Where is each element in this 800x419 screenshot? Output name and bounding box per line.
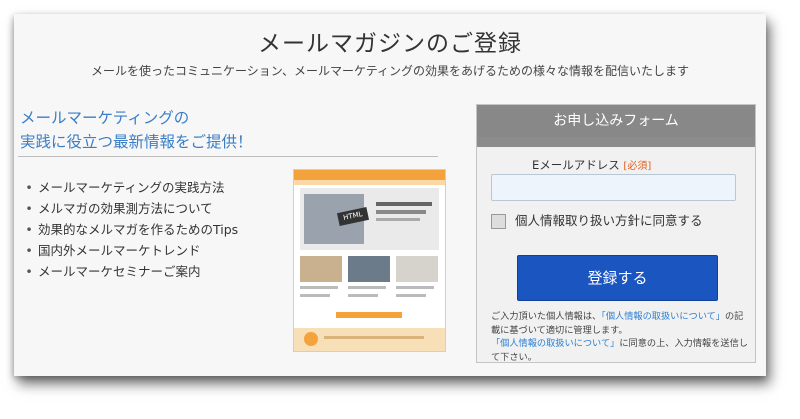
list-item: • 国内外メールマーケトレンド — [20, 240, 238, 261]
consent-checkbox[interactable] — [491, 214, 506, 229]
promo-headline: メールマーケティングの 実践に役立つ最新情報をご提供！ — [20, 106, 440, 154]
consent-label: 個人情報取り扱い方針に同意する — [514, 213, 703, 228]
bullet-icon: • — [25, 201, 33, 216]
newsletter-signup-card: メールマガジンのご登録 メールを使ったコミュニケーション、メールマーケティングの… — [14, 14, 766, 376]
submit-button[interactable]: 登録する — [517, 255, 718, 301]
promo-headline-line2: 実践に役立つ最新情報をご提供！ — [20, 133, 253, 151]
list-item: • メールマーケティングの実践方法 — [20, 177, 238, 198]
required-badge: [必須] — [623, 161, 652, 172]
bullet-icon: • — [25, 243, 33, 258]
page-title: メールマガジンのご登録 — [258, 31, 522, 57]
list-item: • メルマガの効果測方法について — [20, 198, 238, 219]
list-item: • 効果的なメルマガを作るためのTips — [20, 219, 238, 240]
bullet-icon: • — [25, 180, 33, 195]
list-item-label: 国内外メールマーケトレンド — [38, 243, 201, 258]
privacy-note: ご入力頂いた個人情報は、「個人情報の取扱いについて」の記載に基づいて適切に管理し… — [491, 311, 748, 363]
page-subtitle: メールを使ったコミュニケーション、メールマーケティングの効果をあげるための様々な… — [90, 64, 690, 78]
newsletter-preview-image: HTML — [293, 169, 446, 352]
signup-form: お申し込みフォーム Eメールアドレス [必須] 個人情報取り扱い方針に同意する … — [476, 104, 756, 363]
form-header: お申し込みフォーム — [477, 105, 755, 147]
promo-divider — [18, 156, 438, 157]
email-field[interactable] — [491, 174, 736, 201]
privacy-policy-link[interactable]: 「個人情報の取扱いについて」 — [601, 311, 725, 322]
email-label-text: Eメールアドレス — [532, 158, 620, 172]
bullet-icon: • — [25, 264, 33, 279]
form-title: お申し込みフォーム — [477, 105, 755, 137]
promo-headline-line1: メールマーケティングの — [20, 109, 190, 127]
list-item-label: 効果的なメルマガを作るためのTips — [38, 222, 239, 237]
list-item-label: メールマーケセミナーご案内 — [38, 264, 201, 279]
list-item-label: メールマーケティングの実践方法 — [38, 180, 225, 195]
email-label: Eメールアドレス [必須] — [532, 157, 651, 173]
bullet-icon: • — [25, 222, 33, 237]
consent-row[interactable]: 個人情報取り扱い方針に同意する — [491, 210, 703, 229]
list-item-label: メルマガの効果測方法について — [38, 201, 213, 216]
benefit-list: • メールマーケティングの実践方法 • メルマガの効果測方法について • 効果的なメル… — [20, 177, 238, 282]
list-item: • メールマーケセミナーご案内 — [20, 261, 238, 282]
privacy-policy-link[interactable]: 「個人情報の取扱いについて」 — [491, 338, 619, 349]
